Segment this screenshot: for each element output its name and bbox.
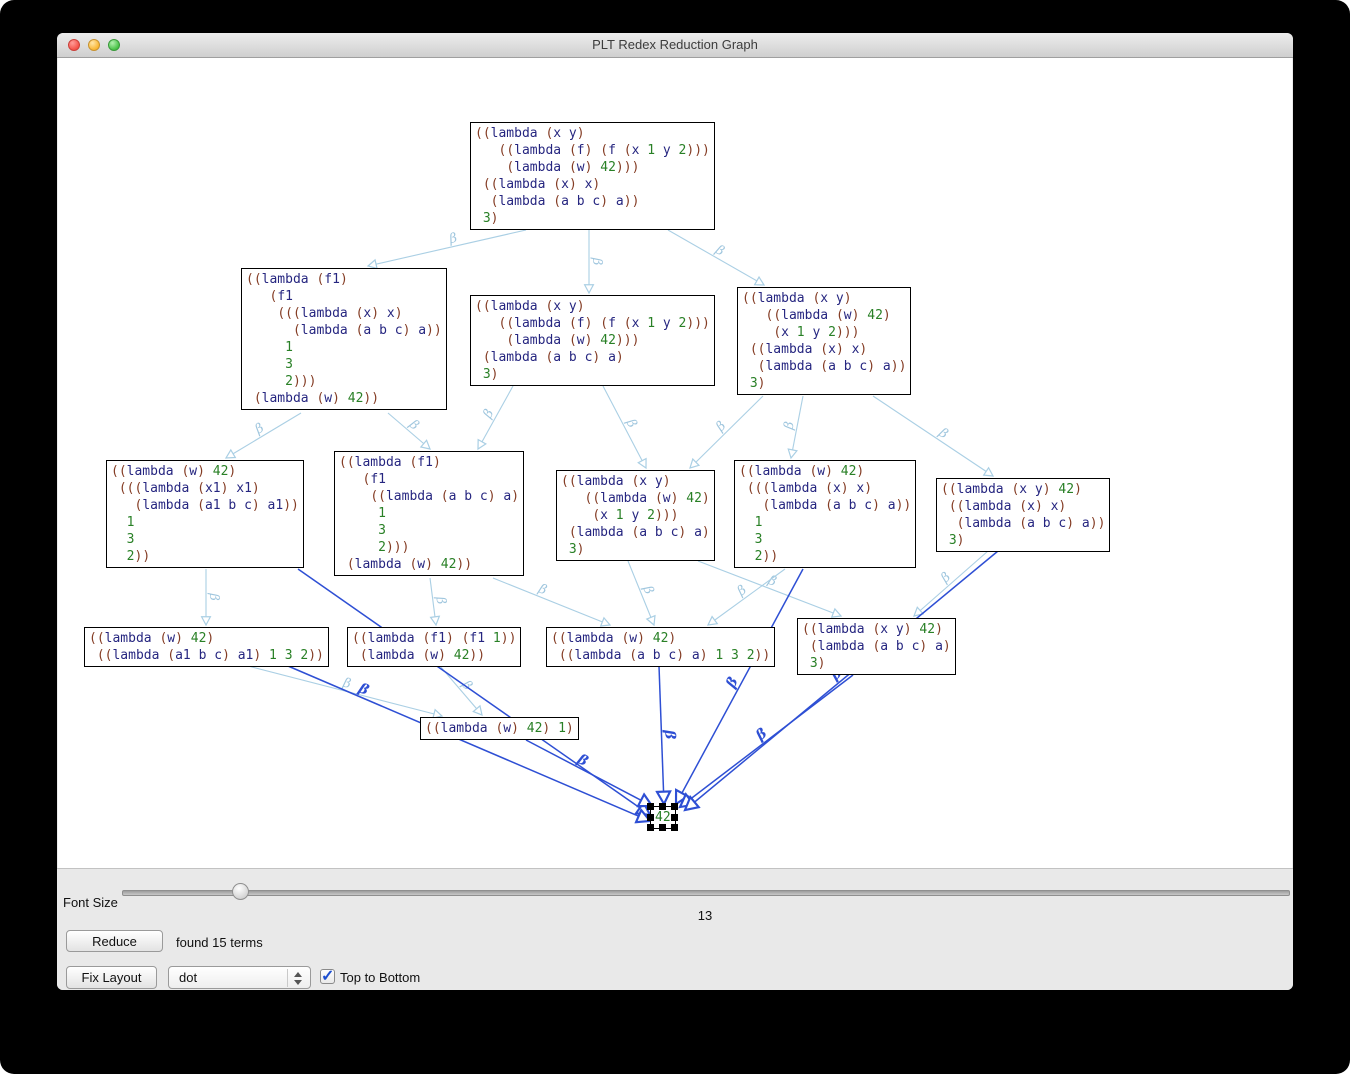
status-text: found 15 terms	[176, 935, 263, 950]
top-to-bottom-checkbox[interactable]: ✓	[320, 969, 335, 984]
control-panel: Font Size 13 Reduce found 15 terms Fix L…	[57, 868, 1293, 990]
selection-handle[interactable]	[659, 803, 666, 810]
font-size-label: Font Size	[63, 895, 118, 910]
graph-node-d[interactable]: ((lambda (x y) ((lambda (w) 42) (x 1 y 2…	[737, 287, 911, 395]
font-size-value: 13	[122, 908, 1288, 923]
window-title: PLT Redex Reduction Graph	[57, 37, 1293, 52]
selection-handle[interactable]	[671, 814, 678, 821]
graph-nodes-layer: ((lambda (x y) ((lambda (f) (f (x 1 y 2)…	[58, 58, 1292, 868]
graph-node-a[interactable]: ((lambda (x y) ((lambda (f) (f (x 1 y 2)…	[470, 122, 715, 230]
reduction-graph-canvas: ββββββββββββββββββββββββββ ((lambda (x y…	[58, 58, 1292, 868]
graph-node-k[interactable]: ((lambda (f1) (f1 1)) (lambda (w) 42))	[347, 627, 521, 667]
selection-handle[interactable]	[659, 824, 666, 831]
graph-node-j[interactable]: ((lambda (w) 42) ((lambda (a1 b c) a1) 1…	[84, 627, 329, 667]
graph-node-b[interactable]: ((lambda (f1) (f1 (((lambda (x) x) (lamb…	[241, 268, 447, 410]
slider-track[interactable]	[122, 890, 1290, 896]
graph-node-n[interactable]: ((lambda (w) 42) 1)	[420, 717, 579, 740]
graph-node-m[interactable]: ((lambda (x y) 42) (lambda (a b c) a) 3)	[797, 618, 956, 675]
graph-node-l[interactable]: ((lambda (w) 42) ((lambda (a b c) a) 1 3…	[546, 627, 775, 667]
graph-node-e[interactable]: ((lambda (w) 42) (((lambda (x1) x1) (lam…	[106, 460, 304, 568]
popup-stepper-icon	[287, 969, 304, 987]
layout-select[interactable]: dot	[168, 966, 311, 989]
font-size-slider[interactable]	[122, 883, 1288, 901]
graph-node-h[interactable]: ((lambda (w) 42) (((lambda (x) x) (lambd…	[734, 460, 916, 568]
selection-handle[interactable]	[671, 824, 678, 831]
check-icon: ✓	[321, 966, 334, 986]
selection-handle[interactable]	[647, 824, 654, 831]
graph-node-i[interactable]: ((lambda (x y) 42) ((lambda (x) x) (lamb…	[936, 478, 1110, 552]
graph-node-c[interactable]: ((lambda (x y) ((lambda (f) (f (x 1 y 2)…	[470, 295, 715, 386]
selection-handle[interactable]	[671, 803, 678, 810]
graph-node-f[interactable]: ((lambda (f1) (f1 ((lambda (a b c) a) 1 …	[334, 451, 524, 576]
screen-background: PLT Redex Reduction Graph ββββββββββββββ…	[0, 0, 1350, 1074]
top-to-bottom-label: Top to Bottom	[340, 970, 420, 985]
graph-node-g[interactable]: ((lambda (x y) ((lambda (w) 42) (x 1 y 2…	[556, 470, 715, 561]
fix-layout-button[interactable]: Fix Layout	[66, 966, 157, 989]
selection-handle[interactable]	[647, 803, 654, 810]
reduce-button[interactable]: Reduce	[66, 930, 163, 952]
window-titlebar[interactable]: PLT Redex Reduction Graph	[57, 33, 1293, 58]
layout-select-value: dot	[179, 970, 197, 985]
app-window: PLT Redex Reduction Graph ββββββββββββββ…	[57, 33, 1293, 990]
slider-thumb[interactable]	[232, 883, 249, 900]
selection-handle[interactable]	[647, 814, 654, 821]
graph-node-o-selected[interactable]: 42	[650, 806, 676, 829]
